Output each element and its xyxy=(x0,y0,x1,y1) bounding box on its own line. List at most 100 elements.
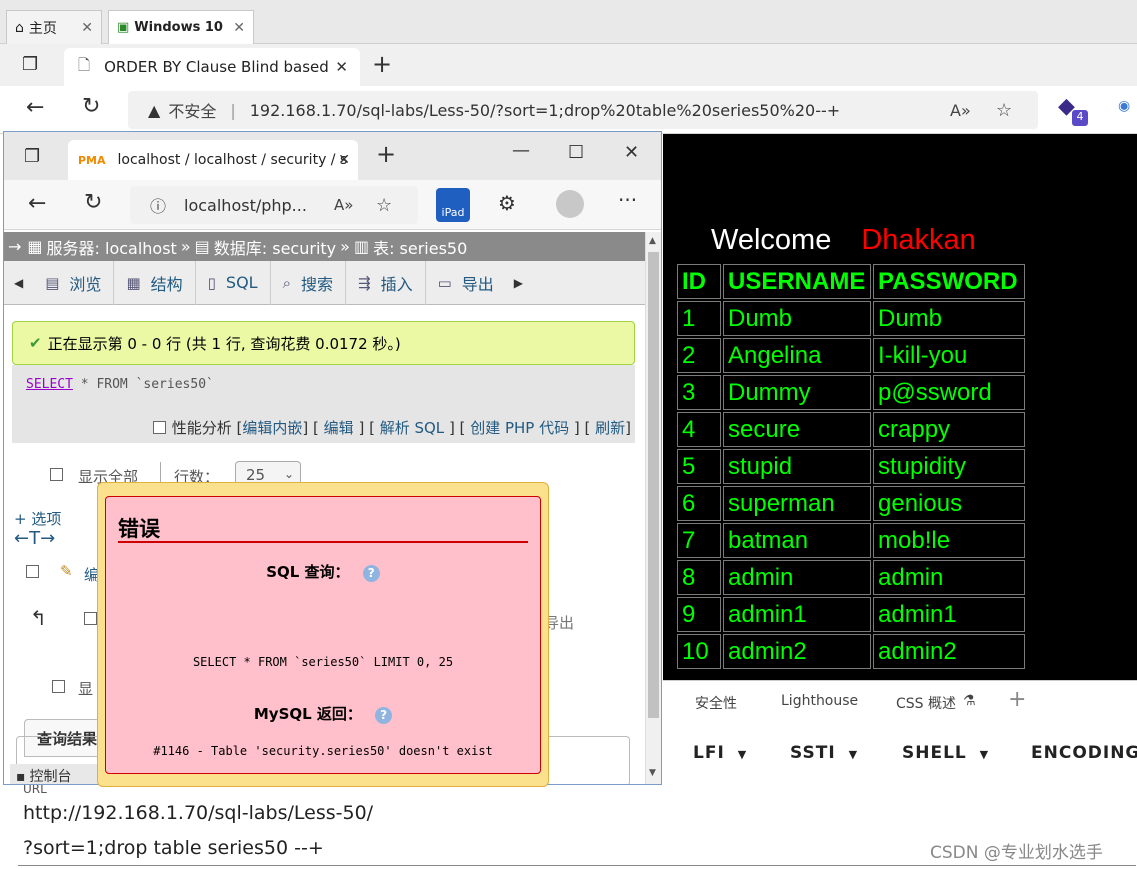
favorite-add-icon[interactable]: ☆ xyxy=(376,195,392,216)
checkbox[interactable] xyxy=(26,565,39,578)
menu-lfi[interactable]: LFI ▼ xyxy=(693,743,747,763)
refresh-button[interactable]: ↻ xyxy=(84,190,102,215)
insert-icon: ⇶ xyxy=(358,273,371,292)
scrollbar[interactable]: ▲ ▼ xyxy=(645,232,661,784)
url-text: 192.168.1.70/sql-labs/Less-50/?sort=1;dr… xyxy=(249,100,841,120)
tab-actions-icon[interactable]: ❐ xyxy=(24,146,40,167)
link-edit[interactable]: 编辑 xyxy=(324,419,354,437)
ipad-extension-icon[interactable]: iPad xyxy=(436,188,470,222)
table-cell: admin2 xyxy=(873,634,1025,669)
column-header: ID xyxy=(677,264,721,299)
scroll-left-icon[interactable]: ◀ xyxy=(4,276,33,290)
error-message: #1146 - Table 'security.series50' doesn'… xyxy=(153,744,493,758)
pma-tab[interactable]: PMA localhost / localhost / security / s… xyxy=(68,140,358,180)
back-button[interactable]: ← xyxy=(26,95,44,120)
help-icon[interactable]: ? xyxy=(375,707,393,724)
back-button[interactable]: ← xyxy=(28,191,46,216)
table-row: 5 stupid stupidity xyxy=(677,449,1025,484)
breadcrumb-database[interactable]: 数据库: security xyxy=(214,235,336,259)
table-cell: stupidity xyxy=(873,449,1025,484)
browser-toolbar: ← ↻ ▲ 不安全 | 192.168.1.70/sql-labs/Less-5… xyxy=(0,86,1137,134)
console-bar[interactable]: ▪ 控制台 xyxy=(10,764,100,785)
devtools-tab-css-overview[interactable]: CSS 概述 xyxy=(896,693,956,713)
scroll-down-icon[interactable]: ▼ xyxy=(649,768,656,778)
profiling-label: 性能分析 xyxy=(171,419,232,437)
sql-query-rest: * FROM `series50` xyxy=(72,377,214,392)
username-highlight: Dhakkan xyxy=(861,224,976,256)
host-tab-home[interactable]: ⌂ 主页 ✕ xyxy=(6,10,102,44)
menu-ssti[interactable]: SSTI ▼ xyxy=(790,743,858,763)
read-aloud-icon[interactable]: A» xyxy=(950,101,971,120)
minimize-button[interactable]: — xyxy=(512,140,530,161)
eye-icon[interactable]: ◉ xyxy=(1118,98,1130,114)
checkbox[interactable] xyxy=(84,612,97,625)
url-line-1: http://192.168.1.70/sql-labs/Less-50/ xyxy=(23,802,374,824)
read-aloud-icon[interactable]: A» xyxy=(334,196,353,214)
menu-label: 插入 xyxy=(380,274,413,294)
favorite-add-icon[interactable]: ☆ xyxy=(996,100,1012,121)
maximize-button[interactable]: ☐ xyxy=(568,142,584,163)
url-line-2: ?sort=1;drop table series50 --+ xyxy=(23,837,324,859)
more-icon[interactable]: ··· xyxy=(618,188,637,212)
pma-address-bar[interactable]: ⓘ localhost/php... A» ☆ xyxy=(130,186,418,224)
table-cell: 4 xyxy=(677,412,721,447)
close-icon[interactable]: ✕ xyxy=(81,20,93,36)
address-bar[interactable]: ▲ 不安全 | 192.168.1.70/sql-labs/Less-50/?s… xyxy=(128,91,1038,129)
column-resize-icon: ←T→ xyxy=(14,528,56,549)
link-explain-sql[interactable]: 解析 SQL xyxy=(380,419,444,437)
menu-label: 导出 xyxy=(461,274,494,294)
menu-shell[interactable]: SHELL ▼ xyxy=(902,743,989,763)
pma-url-text: localhost/php... xyxy=(184,195,307,215)
console-label: 控制台 xyxy=(29,769,72,785)
menu-sql[interactable]: ▯ SQL xyxy=(196,260,271,305)
column-header: PASSWORD xyxy=(873,264,1025,299)
error-title-rule xyxy=(118,541,528,543)
link-inline-edit[interactable]: 编辑内嵌 xyxy=(242,419,302,437)
menu-structure[interactable]: ▦ 结构 xyxy=(114,260,196,305)
browse-icon: ▤ xyxy=(45,273,60,292)
new-tab-button[interactable]: + xyxy=(376,140,396,168)
checkbox[interactable] xyxy=(152,421,166,434)
breadcrumb: → ▦ 服务器: localhost » ▤ 数据库: security » ▥… xyxy=(4,232,645,261)
close-icon[interactable]: ✕ xyxy=(233,20,245,36)
profile-avatar[interactable] xyxy=(556,190,584,218)
browser-tab[interactable]: 🗋 ORDER BY Clause Blind based ✕ xyxy=(64,48,360,86)
options-link[interactable]: + 选项 xyxy=(14,508,61,529)
checkbox[interactable] xyxy=(50,468,63,481)
table-row: 9 admin1 admin1 xyxy=(677,597,1025,632)
browser-tab-title: ORDER BY Clause Blind based xyxy=(104,58,329,76)
breadcrumb-server[interactable]: 服务器: localhost xyxy=(47,235,177,259)
close-icon[interactable]: ✕ xyxy=(335,58,348,76)
new-tab-button[interactable]: + xyxy=(372,50,392,78)
warning-icon: ▲ xyxy=(148,100,161,120)
menu-browse[interactable]: ▤ 浏览 xyxy=(33,260,115,305)
close-icon[interactable]: ✕ xyxy=(338,152,350,168)
table-cell: Dumb xyxy=(723,301,871,336)
menu-export[interactable]: ▭ 导出 xyxy=(426,261,506,305)
dropdown-icon: ▼ xyxy=(737,748,748,761)
table-cell: admin xyxy=(723,560,871,595)
close-window-button[interactable]: ✕ xyxy=(624,142,639,163)
menu-search[interactable]: ⌕ 搜索 xyxy=(271,260,346,305)
extensions-icon[interactable]: ⚙ xyxy=(498,191,516,215)
link-create-php[interactable]: 创建 PHP 代码 xyxy=(470,419,569,437)
devtools-tab-lighthouse[interactable]: Lighthouse xyxy=(781,693,858,709)
host-tab-label: 主页 xyxy=(28,20,57,37)
devtools-tab-security[interactable]: 安全性 xyxy=(695,693,737,713)
sql-keyword-select[interactable]: SELECT xyxy=(26,377,73,392)
divider: | xyxy=(230,100,236,120)
link-refresh[interactable]: 刷新 xyxy=(595,419,625,437)
checkbox[interactable] xyxy=(52,680,65,693)
menu-encoding[interactable]: ENCODING xyxy=(1031,743,1137,763)
scroll-up-icon[interactable]: ▲ xyxy=(649,236,656,246)
scroll-right-icon[interactable]: ▶ xyxy=(506,276,531,290)
host-tab-windows10[interactable]: ▣ Windows 10 ✕ xyxy=(108,10,254,44)
add-panel-button[interactable]: + xyxy=(1008,687,1026,712)
menu-insert[interactable]: ⇶ 插入 xyxy=(346,260,426,305)
scroll-thumb[interactable] xyxy=(648,252,659,718)
tab-actions-icon[interactable]: ❐ xyxy=(22,54,38,75)
breadcrumb-table[interactable]: 表: series50 xyxy=(373,235,467,259)
sql-query-text: SELECT * FROM `series50` xyxy=(26,377,214,392)
refresh-button[interactable]: ↻ xyxy=(82,94,100,119)
help-icon[interactable]: ? xyxy=(362,565,380,582)
